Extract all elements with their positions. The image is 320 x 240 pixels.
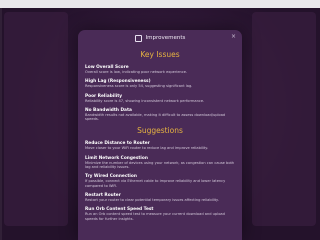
key-issue-item: No Bandwidth Data Bandwidth results not … (85, 108, 235, 122)
document-icon (134, 34, 142, 42)
background-right-panel (252, 12, 316, 226)
suggestion-item: Restart Router Restart your router to cl… (85, 193, 235, 202)
background-top-bar (0, 0, 320, 8)
suggestions-heading: Suggestions (137, 126, 183, 136)
suggestion-description: Move closer to your WiFi router to reduc… (85, 146, 209, 151)
close-icon[interactable]: × (231, 34, 236, 40)
key-issue-item: Poor Reliability Reliability score is 47… (85, 94, 235, 103)
suggestion-item: Try Wired Connection If possible, connec… (85, 174, 235, 188)
key-issue-item: High Lag (Responsiveness) Responsiveness… (85, 79, 235, 88)
key-issue-description: Bandwidth results not available, making … (85, 112, 226, 122)
key-issue-item: Low Overall Score Overall score is low, … (85, 65, 235, 74)
key-issues-heading: Key Issues (140, 50, 180, 59)
key-issue-description: Overall score is low, indicating poor ne… (85, 70, 188, 74)
suggestion-item: Limit Network Congestion Minimize the nu… (85, 156, 235, 170)
improvements-modal: Improvements × Key Issues Low Overall Sc… (78, 30, 242, 240)
modal-header: Improvements × (78, 30, 242, 46)
background-left-panel (4, 12, 68, 226)
suggestion-description: Minimize the number of devices using you… (85, 160, 235, 170)
suggestion-item: Reduce Distance to Router Move closer to… (85, 141, 235, 150)
key-issue-description: Responsiveness score is only 54, suggest… (85, 84, 193, 89)
suggestion-description: If possible, connect via Ethernet cable … (85, 179, 226, 188)
modal-title: Improvements (145, 35, 186, 41)
suggestion-description: Restart your router to clear potential t… (85, 197, 219, 202)
suggestion-description: Run an Orb content speed test to measure… (85, 212, 225, 221)
key-issue-description: Reliability score is 47, showing inconsi… (85, 98, 205, 103)
suggestion-item: Run Orb Content Speed Test Run an Orb co… (85, 207, 235, 221)
